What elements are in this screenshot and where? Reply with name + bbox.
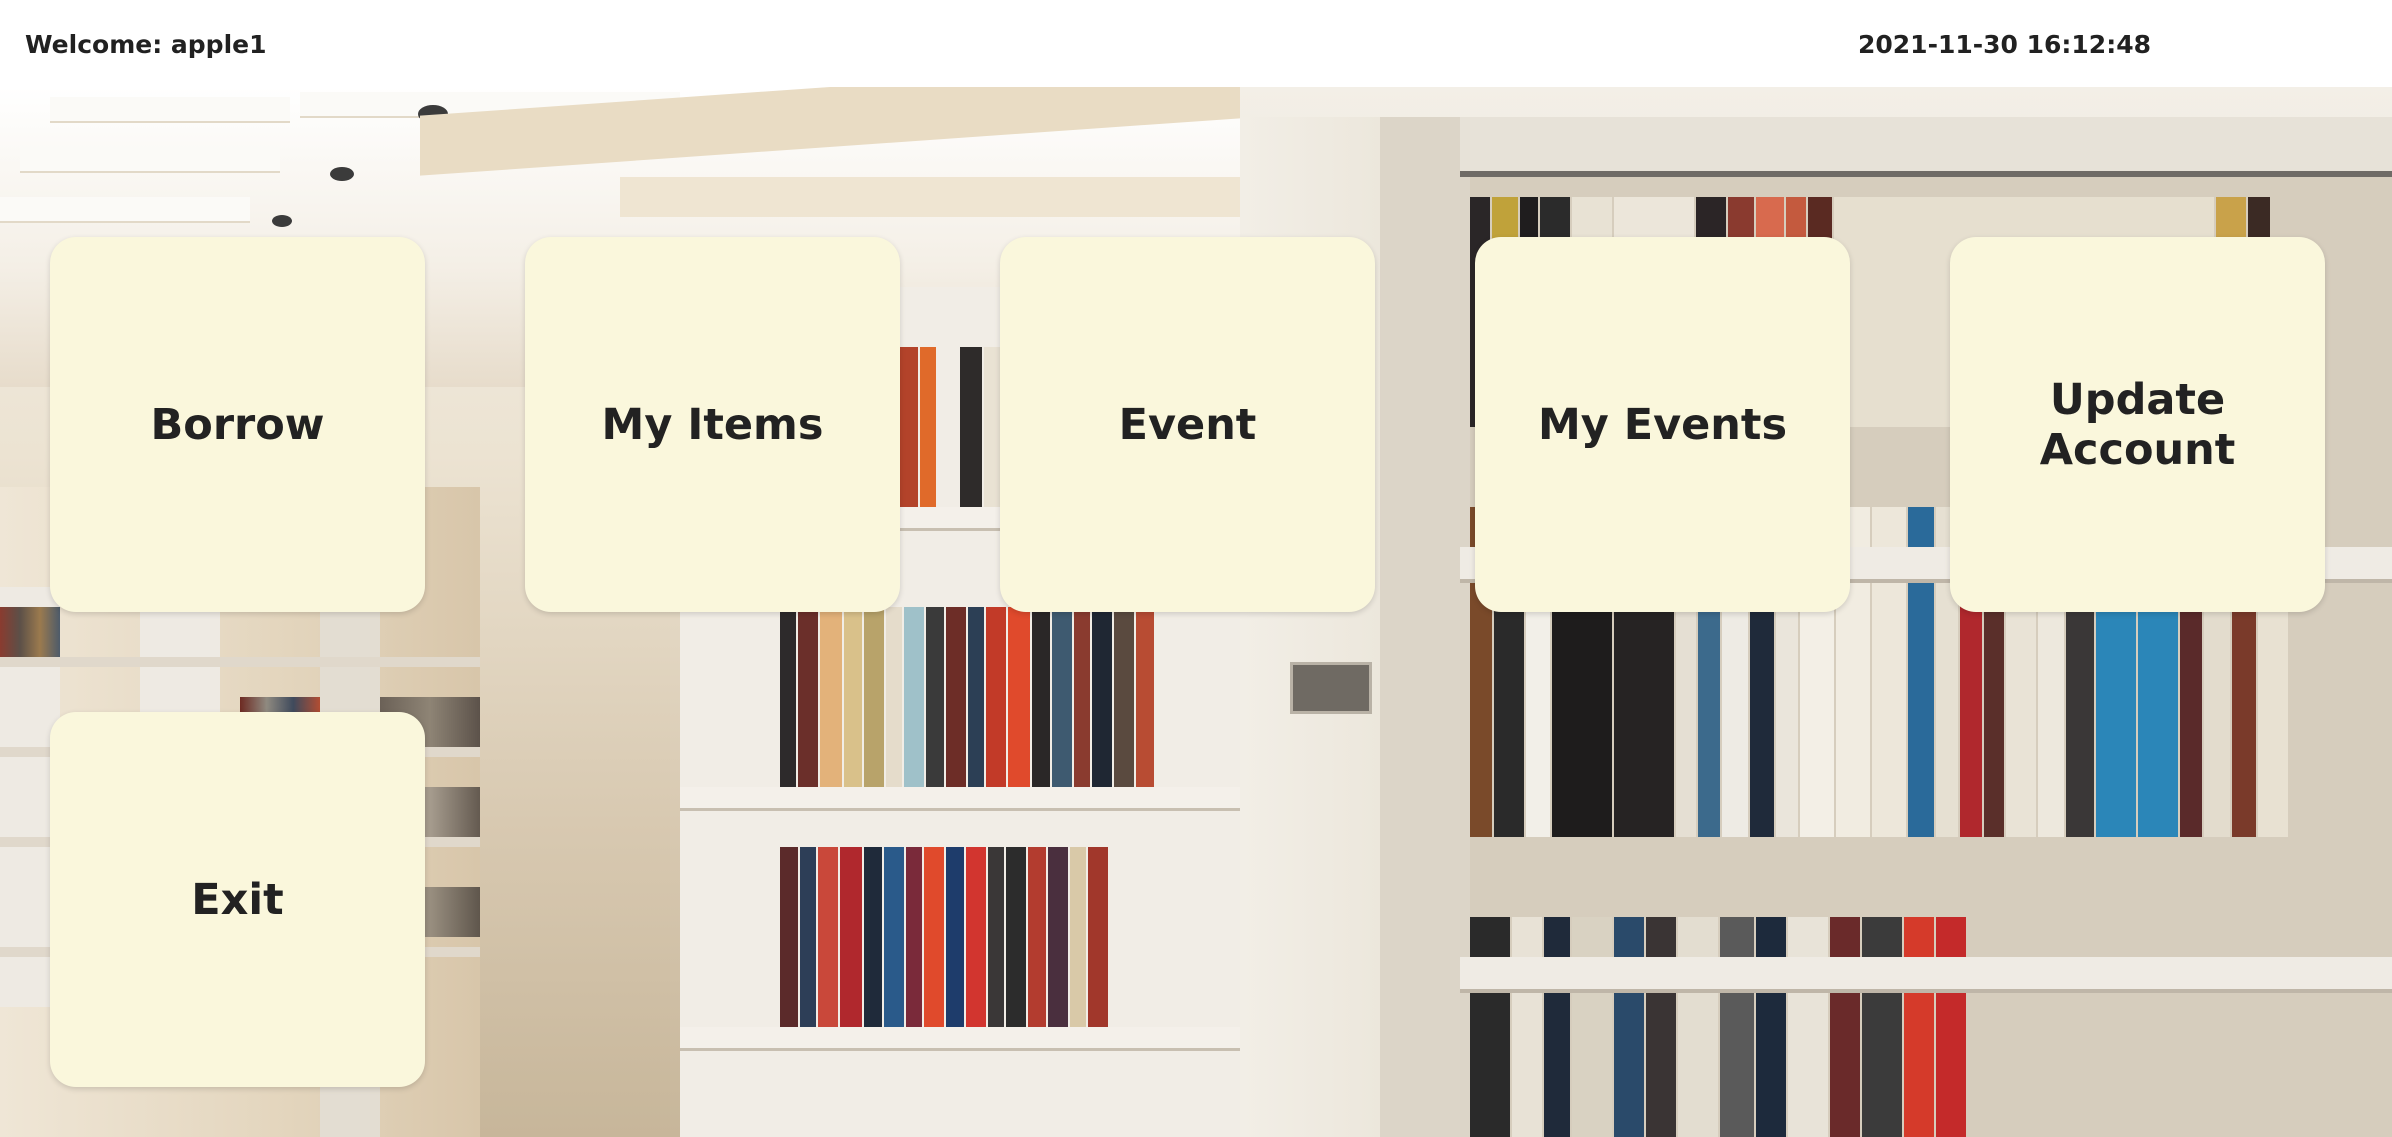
my-items-label: My Items — [601, 399, 824, 450]
update-account-label: Update Account — [2039, 374, 2236, 475]
welcome-text: Welcome: apple1 — [25, 30, 267, 59]
top-bar: Welcome: apple1 2021-11-30 16:12:48 — [0, 0, 2392, 87]
update-account-button[interactable]: Update Account — [1950, 237, 2325, 612]
shelf-label-plate — [1290, 662, 1372, 714]
exit-button[interactable]: Exit — [50, 712, 425, 1087]
my-items-button[interactable]: My Items — [525, 237, 900, 612]
current-datetime: 2021-11-30 16:12:48 — [1858, 30, 2151, 59]
borrow-label: Borrow — [150, 399, 325, 450]
my-events-button[interactable]: My Events — [1475, 237, 1850, 612]
exit-label: Exit — [191, 874, 284, 925]
event-button[interactable]: Event — [1000, 237, 1375, 612]
event-label: Event — [1118, 399, 1257, 450]
borrow-button[interactable]: Borrow — [50, 237, 425, 612]
my-events-label: My Events — [1537, 399, 1788, 450]
